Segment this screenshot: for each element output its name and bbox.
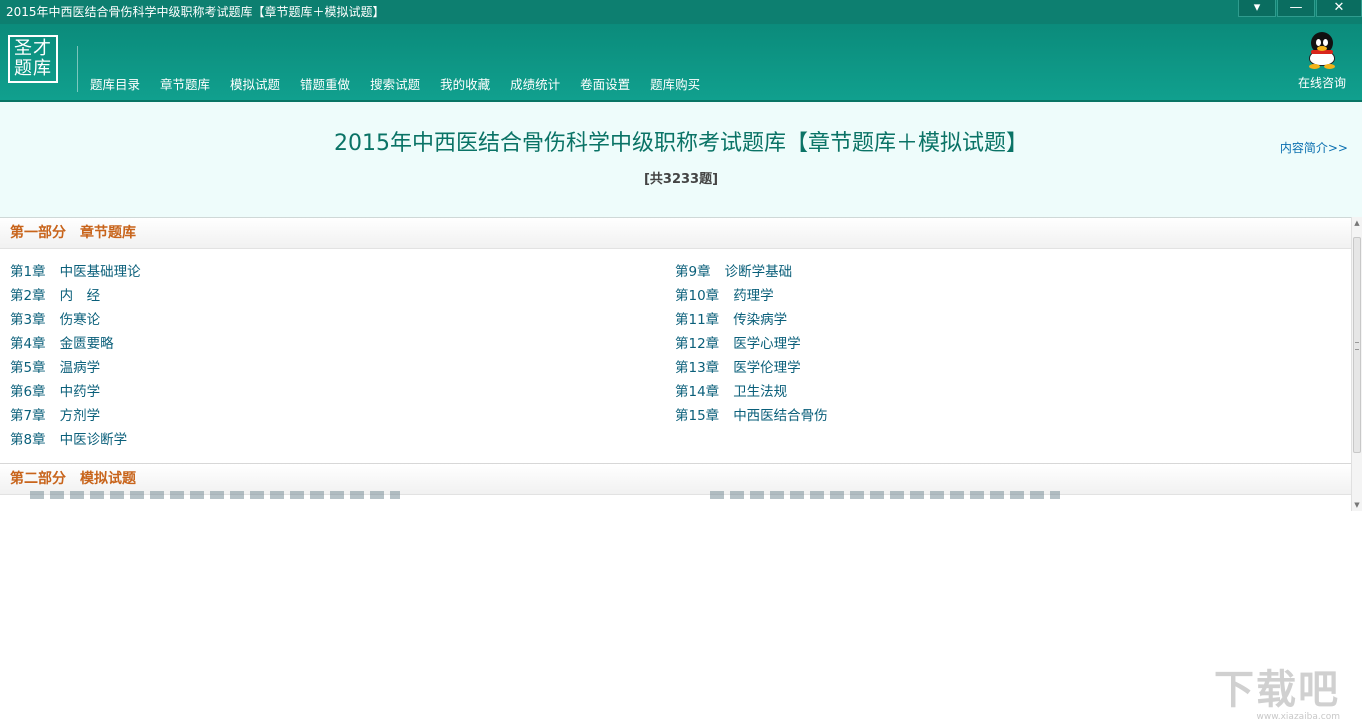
scroll-up-arrow-icon[interactable]: ▲ (1352, 217, 1362, 229)
close-button[interactable]: ✕ (1316, 0, 1362, 17)
chapter-link[interactable]: 第5章 温病学 (10, 357, 141, 381)
clipped-exam-list (0, 491, 1351, 509)
nav-my-favorites[interactable]: 我的收藏 (430, 76, 500, 94)
online-consult-label: 在线咨询 (1297, 76, 1346, 90)
chapter-link[interactable]: 第4章 金匮要略 (10, 333, 141, 357)
chapter-link[interactable]: 第14章 卫生法规 (675, 381, 828, 405)
logo-line-2: 题库 (14, 58, 52, 79)
chapter-link[interactable]: 第3章 伤寒论 (10, 309, 141, 333)
nav-buy-bank[interactable]: 题库购买 (640, 76, 710, 94)
nav-paper-settings[interactable]: 卷面设置 (570, 76, 640, 94)
scroll-thumb[interactable] (1353, 237, 1361, 453)
chapter-link[interactable]: 第2章内 经 (10, 285, 141, 309)
chapter-column-left: 第1章 中医基础理论 第2章内 经 第3章 伤寒论 第4章 金匮要略 第5章 温病学 第… (10, 261, 141, 453)
chapter-link[interactable]: 第9章 诊断学基础 (675, 261, 828, 285)
logo-divider (77, 46, 78, 92)
logo-line-1: 圣才 (14, 38, 52, 59)
question-count: [共3233题] (643, 172, 719, 187)
grip-icon (1355, 342, 1359, 350)
chapter-link[interactable]: 第8章 中医诊断学 (10, 429, 141, 453)
chapter-link[interactable]: 第10章 药理学 (675, 285, 828, 309)
chapter-link[interactable]: 第12章 医学心理学 (675, 333, 828, 357)
window-controls: ▾ — ✕ (1237, 0, 1362, 18)
minimize-button[interactable]: — (1277, 0, 1315, 17)
vertical-scrollbar[interactable]: ▲ ▼ (1351, 217, 1362, 511)
nav-search-questions[interactable]: 搜索试题 (360, 76, 430, 94)
chapter-link[interactable]: 第6章 中药学 (10, 381, 141, 405)
section-header-chapters: 第一部分 章节题库 (0, 218, 1351, 249)
chapter-link[interactable]: 第15章 中西医结合骨伤 (675, 405, 828, 429)
watermark-text: 下载吧 (1214, 667, 1340, 713)
nav-chapter-bank[interactable]: 章节题库 (150, 76, 220, 94)
window-title: 2015年中西医结合骨伤科学中级职称考试题库【章节题库＋模拟试题】 (6, 5, 385, 19)
app-header: 圣才 题库 题库目录 章节题库 模拟试题 错题重做 搜索试题 我的收藏 成绩统计… (0, 24, 1362, 102)
chapter-link[interactable]: 第1章 中医基础理论 (10, 261, 141, 285)
nav-bank-catalog[interactable]: 题库目录 (80, 76, 150, 94)
intro-link[interactable]: 内容简介>> (1280, 139, 1348, 156)
chapter-link[interactable]: 第7章 方剂学 (10, 405, 141, 429)
nav-redo-wrong[interactable]: 错题重做 (290, 76, 360, 94)
qq-penguin-icon (1305, 32, 1339, 70)
watermark-logo: 下载吧 www.xiazaiba.com (1214, 668, 1340, 722)
chapter-list: 第1章 中医基础理论 第2章内 经 第3章 伤寒论 第4章 金匮要略 第5章 温病学 第… (0, 249, 1351, 459)
page-title: 2015年中西医结合骨伤科学中级职称考试题库【章节题库＋模拟试题】 (334, 131, 1028, 156)
nav-score-stats[interactable]: 成绩统计 (500, 76, 570, 94)
watermark-url: www.xiazaiba.com (1256, 712, 1340, 722)
online-consult-button[interactable]: 在线咨询 (1296, 32, 1348, 91)
scroll-down-arrow-icon[interactable]: ▼ (1352, 499, 1362, 511)
app-logo: 圣才 题库 (8, 35, 58, 83)
main-nav: 题库目录 章节题库 模拟试题 错题重做 搜索试题 我的收藏 成绩统计 卷面设置 … (80, 76, 710, 94)
nav-mock-exam[interactable]: 模拟试题 (220, 76, 290, 94)
chapter-column-right: 第9章 诊断学基础 第10章 药理学 第11章 传染病学 第12章 医学心理学 第13章… (675, 261, 828, 429)
title-bar: 2015年中西医结合骨伤科学中级职称考试题库【章节题库＋模拟试题】 ▾ — ✕ (0, 0, 1362, 24)
chapter-link[interactable]: 第13章 医学伦理学 (675, 357, 828, 381)
chapter-panel: 第一部分 章节题库 第1章 中医基础理论 第2章内 经 第3章 伤寒论 第4章 金匮要… (0, 217, 1351, 511)
menu-dropdown-button[interactable]: ▾ (1238, 0, 1276, 17)
chapter-link[interactable]: 第11章 传染病学 (675, 309, 828, 333)
content-area: 2015年中西医结合骨伤科学中级职称考试题库【章节题库＋模拟试题】 [共3233… (0, 102, 1362, 511)
